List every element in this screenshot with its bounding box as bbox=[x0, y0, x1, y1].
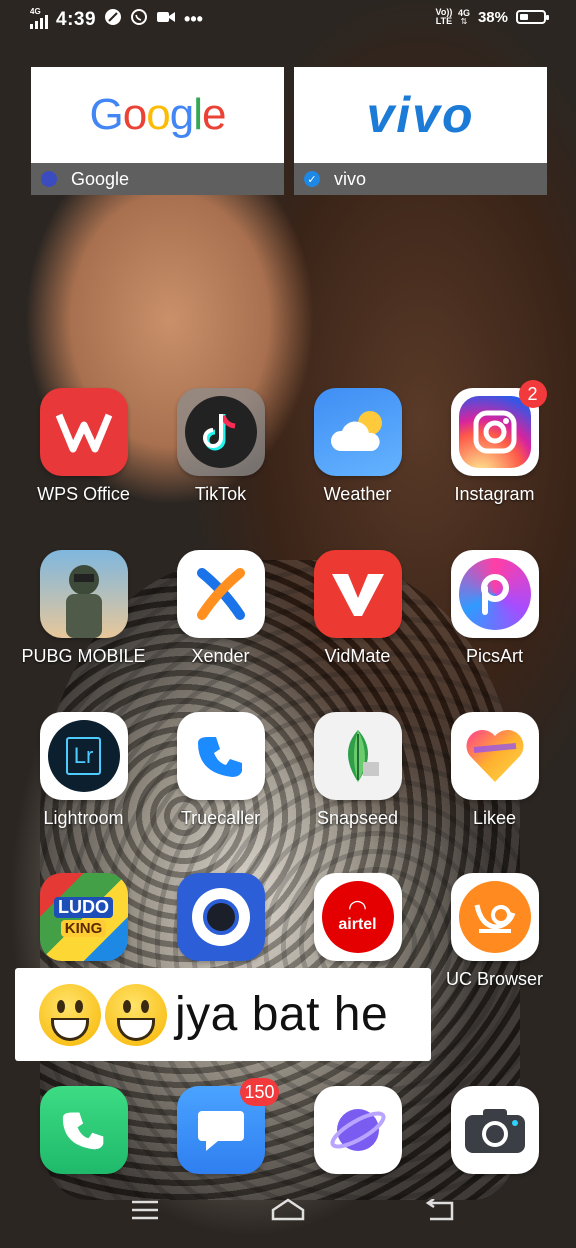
network-type-label: 4G bbox=[30, 6, 41, 16]
app-wps-office[interactable]: WPS Office bbox=[15, 388, 152, 505]
volte-label: Vo)) LTE bbox=[435, 7, 453, 26]
camera-app-icon bbox=[176, 873, 265, 961]
dock-camera[interactable] bbox=[426, 1086, 563, 1174]
battery-percent: 38% bbox=[477, 8, 508, 26]
camera-icon bbox=[450, 1086, 539, 1174]
app-label: Snapseed bbox=[316, 808, 399, 828]
wps-office-icon bbox=[39, 388, 128, 476]
lightroom-icon: Lr bbox=[39, 712, 128, 800]
picsart-icon bbox=[450, 550, 539, 638]
app-pubg-mobile[interactable]: PUBG MOBILE bbox=[15, 550, 152, 667]
google-app-icon bbox=[41, 171, 57, 187]
google-logo: Google bbox=[31, 67, 284, 163]
xender-icon bbox=[176, 550, 265, 638]
app-tiktok[interactable]: TikTok bbox=[152, 388, 289, 505]
dock-browser[interactable] bbox=[289, 1086, 426, 1174]
app-label: VidMate bbox=[324, 646, 391, 666]
google-widget[interactable]: Google Google bbox=[31, 67, 284, 195]
browser-icon bbox=[313, 1086, 402, 1174]
grinning-face-emoji bbox=[105, 983, 167, 1046]
status-bar: 4G 4:39 ••• Vo)) LTE 4G ⇅ 38% bbox=[0, 0, 576, 44]
app-label: Xender bbox=[191, 646, 250, 666]
notification-badge: 2 bbox=[518, 380, 547, 408]
vivo-widget-label: vivo bbox=[334, 168, 367, 189]
app-label: PicsArt bbox=[465, 646, 523, 666]
likee-icon bbox=[450, 712, 539, 800]
video-camera-icon bbox=[156, 9, 176, 30]
app-notification-icon bbox=[104, 8, 122, 31]
data-arrows-icon: ⇅ bbox=[460, 17, 468, 26]
messages-icon: 150 bbox=[176, 1078, 279, 1174]
ludo-king-icon: LUDO KING bbox=[39, 873, 128, 961]
vivo-check-icon: ✓ bbox=[304, 171, 320, 187]
app-label: PUBG MOBILE bbox=[21, 646, 146, 666]
signal-icon: 4G bbox=[30, 7, 48, 29]
phone-icon bbox=[39, 1086, 128, 1174]
instagram-icon: 2 bbox=[450, 380, 547, 476]
app-xender[interactable]: Xender bbox=[152, 550, 289, 667]
airtel-text: airtel bbox=[338, 916, 377, 933]
app-snapseed[interactable]: Snapseed bbox=[289, 712, 426, 829]
tiktok-icon bbox=[176, 388, 265, 476]
clock: 4:39 bbox=[56, 8, 97, 30]
notification-badge: 150 bbox=[240, 1078, 279, 1106]
home-nav-icon[interactable] bbox=[270, 1197, 306, 1226]
app-airtel[interactable]: ◠ airtel bbox=[289, 873, 426, 969]
app-vidmate[interactable]: VidMate bbox=[289, 550, 426, 667]
app-label: Weather bbox=[323, 484, 392, 504]
snapseed-icon bbox=[313, 712, 402, 800]
uc-browser-icon bbox=[450, 873, 539, 961]
truecaller-icon bbox=[176, 712, 265, 800]
app-likee[interactable]: Likee bbox=[426, 712, 563, 829]
app-picsart[interactable]: PicsArt bbox=[426, 550, 563, 667]
king-text: KING bbox=[60, 920, 107, 937]
google-widget-label: Google bbox=[71, 168, 130, 189]
caption-text: jya bat he bbox=[175, 988, 389, 1041]
app-uc-browser[interactable]: UC Browser bbox=[426, 873, 563, 990]
navigation-bar bbox=[0, 1188, 576, 1248]
back-nav-icon[interactable] bbox=[424, 1197, 456, 1226]
vidmate-icon bbox=[313, 550, 402, 638]
pubg-icon bbox=[39, 550, 128, 638]
app-label: UC Browser bbox=[445, 969, 543, 989]
app-label: Lightroom bbox=[43, 808, 124, 828]
lightroom-lr-text: Lr bbox=[65, 737, 102, 775]
airtel-icon: ◠ airtel bbox=[313, 873, 402, 961]
app-camera-recorder[interactable] bbox=[152, 873, 289, 969]
grinning-face-emoji bbox=[39, 983, 101, 1046]
vivo-widget[interactable]: vivo ✓ vivo bbox=[294, 67, 547, 195]
app-instagram[interactable]: 2 Instagram bbox=[426, 380, 563, 505]
app-label: Truecaller bbox=[180, 808, 261, 828]
dock-messages[interactable]: 150 bbox=[152, 1078, 289, 1174]
whatsapp-icon bbox=[130, 8, 148, 31]
video-caption: jya bat he bbox=[15, 968, 431, 1061]
vivo-wordmark: vivo bbox=[366, 87, 475, 143]
app-label: WPS Office bbox=[37, 484, 130, 504]
app-lightroom[interactable]: Lr Lightroom bbox=[15, 712, 152, 829]
app-label: Instagram bbox=[454, 484, 535, 504]
app-weather[interactable]: Weather bbox=[289, 388, 426, 505]
battery-icon bbox=[516, 10, 549, 24]
app-truecaller[interactable]: Truecaller bbox=[152, 712, 289, 829]
ludo-text: LUDO bbox=[54, 897, 113, 918]
more-notifications-icon: ••• bbox=[184, 9, 203, 29]
menu-nav-icon[interactable] bbox=[130, 1199, 160, 1226]
google-wordmark: Google bbox=[89, 90, 227, 139]
vivo-logo: vivo bbox=[294, 67, 547, 163]
dock-phone[interactable] bbox=[15, 1086, 152, 1174]
app-ludo-king[interactable]: LUDO KING bbox=[15, 873, 152, 969]
weather-icon bbox=[313, 388, 402, 476]
app-label: TikTok bbox=[194, 484, 247, 504]
app-label: Likee bbox=[472, 808, 517, 828]
